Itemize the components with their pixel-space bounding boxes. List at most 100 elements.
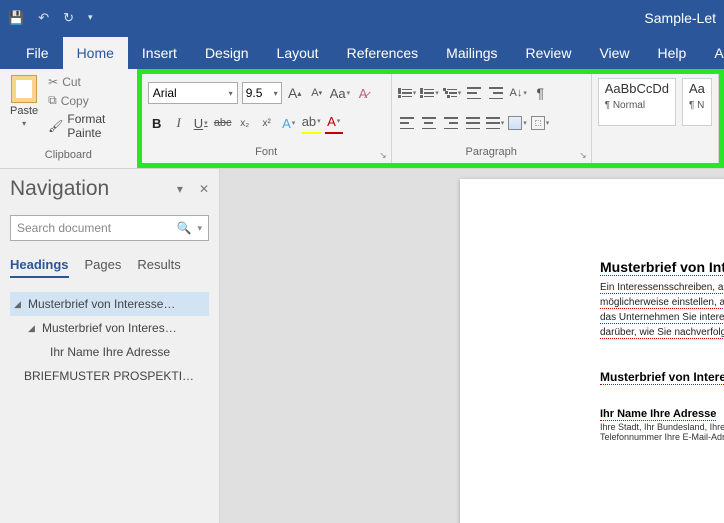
bold-button[interactable]: B (148, 112, 166, 134)
nav-tab-headings[interactable]: Headings (10, 257, 69, 278)
tree-label: Musterbrief von Interesse… (28, 297, 175, 311)
scissors-icon: ✂ (48, 75, 58, 89)
navigation-pane: Navigation ▾ ✕ Search document 🔍▾ Headin… (0, 169, 220, 523)
tree-item-3[interactable]: Ihr Name Ihre Adresse (10, 340, 209, 364)
tab-view[interactable]: View (585, 37, 643, 69)
paragraph-group: A↓ ¶ Paragraph ↘ (392, 74, 592, 163)
search-icon: 🔍 (177, 221, 192, 235)
document-area[interactable]: Musterbrief von Intere Ein Interessenssc… (220, 169, 724, 523)
styles-group: AaBbCcDd ¶ Normal Aa ¶ N (592, 74, 719, 163)
nav-tab-pages[interactable]: Pages (85, 257, 122, 278)
tree-item-1[interactable]: ◢Musterbrief von Interesse… (10, 292, 209, 316)
bullets-button[interactable] (398, 82, 417, 104)
tab-insert[interactable]: Insert (128, 37, 191, 69)
document-title: Sample-Let (644, 10, 716, 26)
redo-icon[interactable]: ↻ (63, 10, 74, 26)
outdent-icon (467, 87, 481, 99)
borders-button[interactable] (531, 112, 550, 134)
close-icon[interactable]: ✕ (199, 182, 209, 196)
shading-button[interactable] (508, 112, 527, 134)
strikethrough-button[interactable]: abc (214, 112, 232, 134)
justify-button[interactable] (464, 112, 482, 134)
italic-button[interactable]: I (170, 112, 188, 134)
show-marks-button[interactable]: ¶ (531, 82, 549, 104)
shrink-font-icon: A (311, 87, 318, 99)
tree-label: BRIEFMUSTER PROSPEKTI… (24, 369, 194, 383)
font-size-value: 9.5 (246, 86, 263, 100)
tree-label: Musterbrief von Interes… (42, 321, 177, 335)
tab-review[interactable]: Review (512, 37, 586, 69)
line-spacing-button[interactable] (486, 112, 505, 134)
align-left-button[interactable] (398, 112, 416, 134)
ribbon: Paste ▾ ✂ Cut ⧉Copy 🖌Format Painte Clipbo… (0, 69, 724, 169)
align-right-button[interactable] (442, 112, 460, 134)
format-painter-button[interactable]: 🖌Format Painte (48, 112, 131, 140)
style-item-2[interactable]: Aa ¶ N (682, 78, 712, 126)
align-left-icon (400, 117, 414, 129)
highlighted-ribbon-section: Arial▾ 9.5▾ A▴ A▾ Aa A̷ B I U abc x₂ x² … (137, 69, 724, 168)
text-effects-button[interactable]: A (280, 112, 298, 134)
nav-tab-results[interactable]: Results (137, 257, 180, 278)
style-sample: Aa (689, 81, 705, 96)
align-center-button[interactable] (420, 112, 438, 134)
font-dialog-launcher-icon[interactable]: ↘ (379, 150, 387, 161)
multilevel-list-button[interactable] (443, 82, 462, 104)
change-case-button[interactable]: Aa (330, 82, 350, 104)
increase-indent-button[interactable] (487, 82, 505, 104)
grow-font-button[interactable]: A▴ (286, 82, 304, 104)
search-placeholder: Search document (17, 221, 111, 235)
document-page: Musterbrief von Intere Ein Interessenssc… (460, 179, 724, 523)
brush-icon: 🖌 (48, 119, 63, 133)
underline-button[interactable]: U (192, 112, 210, 134)
paste-label: Paste (10, 105, 38, 117)
align-center-icon (422, 117, 436, 129)
undo-icon[interactable]: ↶ (38, 10, 49, 26)
tab-home[interactable]: Home (63, 37, 128, 69)
tab-acrobat[interactable]: Acrobat (700, 37, 724, 69)
tab-layout[interactable]: Layout (263, 37, 333, 69)
doc-heading-3: Ihr Name Ihre Adresse (600, 408, 716, 421)
tree-item-2[interactable]: ◢Musterbrief von Interes… (10, 316, 209, 340)
cut-label: Cut (62, 75, 81, 89)
clipboard-group-label: Clipboard (6, 149, 131, 164)
quick-access-toolbar: 💾 ↶ ↻ ▾ (8, 10, 93, 26)
numbering-button[interactable] (420, 82, 439, 104)
navigation-tree: ◢Musterbrief von Interesse… ◢Musterbrief… (10, 292, 209, 388)
tree-item-4[interactable]: BRIEFMUSTER PROSPEKTI… (10, 364, 209, 388)
line-spacing-icon (486, 117, 500, 129)
tab-design[interactable]: Design (191, 37, 263, 69)
chevron-down-icon: ▾ (274, 89, 278, 98)
style-normal[interactable]: AaBbCcDd ¶ Normal (598, 78, 676, 126)
tab-file[interactable]: File (12, 37, 63, 69)
shrink-font-button[interactable]: A▾ (308, 82, 326, 104)
paragraph-dialog-launcher-icon[interactable]: ↘ (579, 150, 587, 161)
copy-button[interactable]: ⧉Copy (48, 93, 131, 108)
font-color-button[interactable]: A (325, 112, 343, 134)
font-name-combo[interactable]: Arial▾ (148, 82, 238, 104)
indent-icon (489, 87, 503, 99)
tab-mailings[interactable]: Mailings (432, 37, 511, 69)
numbering-icon (420, 89, 434, 98)
tab-references[interactable]: References (333, 37, 433, 69)
subscript-button[interactable]: x₂ (236, 112, 254, 134)
doc-heading-2: Musterbrief von Interesse (600, 370, 724, 385)
paste-button[interactable]: Paste ▾ (6, 73, 42, 140)
highlight-color-button[interactable]: ab (302, 112, 321, 134)
borders-icon (531, 116, 545, 130)
font-group-label: Font (148, 146, 385, 161)
save-icon[interactable]: 💾 (8, 10, 24, 26)
qat-customize-icon[interactable]: ▾ (88, 12, 93, 23)
doc-line: Ihre Stadt, Ihr Bundesland, Ihre Postl (600, 422, 724, 432)
dropdown-icon[interactable]: ▾ (177, 182, 183, 196)
doc-heading-1: Musterbrief von Intere (600, 259, 724, 276)
doc-line: Telefonnummer Ihre E-Mail-Adresse (600, 432, 724, 442)
clipboard-group: Paste ▾ ✂ Cut ⧉Copy 🖌Format Painte Clipbo… (0, 69, 137, 168)
font-size-combo[interactable]: 9.5 ▾ (242, 82, 282, 104)
decrease-indent-button[interactable] (465, 82, 483, 104)
clear-formatting-button[interactable]: A̷ (354, 82, 372, 104)
sort-button[interactable]: A↓ (509, 82, 527, 104)
cut-button[interactable]: ✂ Cut (48, 75, 131, 89)
search-input[interactable]: Search document 🔍▾ (10, 215, 209, 241)
tab-help[interactable]: Help (644, 37, 701, 69)
superscript-button[interactable]: x² (258, 112, 276, 134)
